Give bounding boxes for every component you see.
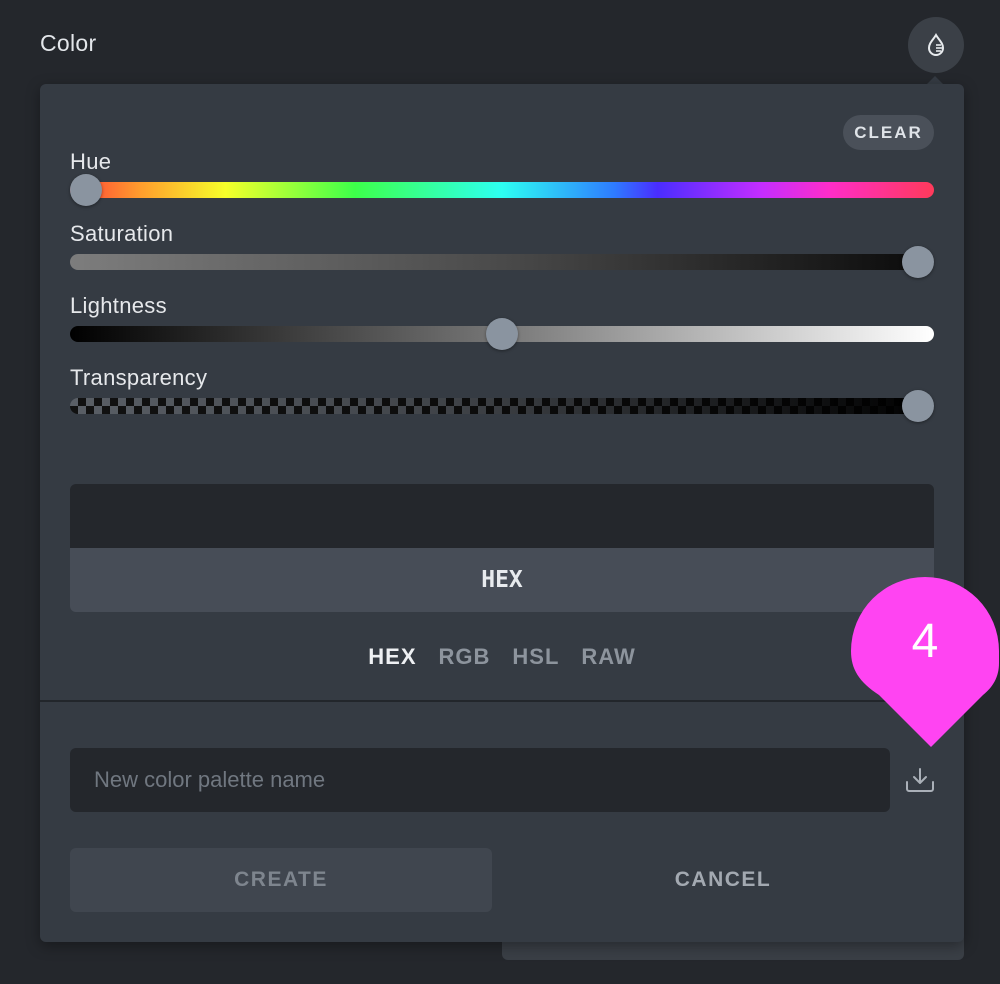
transparency-label: Transparency <box>70 365 208 390</box>
transparency-slider-track[interactable] <box>70 398 934 414</box>
hue-label: Hue <box>70 149 112 174</box>
hue-slider-track[interactable] <box>70 182 934 198</box>
section-divider <box>40 700 964 702</box>
hue-slider-thumb[interactable] <box>70 174 102 206</box>
water-drop-icon <box>927 33 945 56</box>
saturation-slider-track[interactable] <box>70 254 934 270</box>
lightness-slider-thumb[interactable] <box>486 318 518 350</box>
format-tab-raw[interactable]: RAW <box>581 644 635 674</box>
palette-name-input[interactable] <box>70 748 890 812</box>
saturation-label: Saturation <box>70 221 174 246</box>
format-tab-rgb[interactable]: RGB <box>439 644 491 674</box>
format-tab-hex[interactable]: HEX <box>368 644 416 674</box>
hex-value-display[interactable]: HEX <box>70 548 934 612</box>
lightness-label: Lightness <box>70 293 167 318</box>
color-picker-toggle-button[interactable] <box>908 17 964 73</box>
format-tab-hsl[interactable]: HSL <box>512 644 559 674</box>
format-tabs: HEX RGB HSL RAW <box>40 644 964 674</box>
step-number: 4 <box>911 615 939 668</box>
create-button[interactable]: CREATE <box>70 848 492 912</box>
page-title: Color <box>40 30 97 56</box>
color-picker-panel: CLEAR Hue Saturation Lightness Transpare… <box>40 84 964 942</box>
transparency-slider-thumb[interactable] <box>902 390 934 422</box>
cancel-button[interactable]: CANCEL <box>512 848 934 912</box>
download-icon[interactable] <box>904 766 936 794</box>
saturation-slider-thumb[interactable] <box>902 246 934 278</box>
color-preview-swatch <box>70 484 934 548</box>
clear-button[interactable]: CLEAR <box>843 115 934 150</box>
